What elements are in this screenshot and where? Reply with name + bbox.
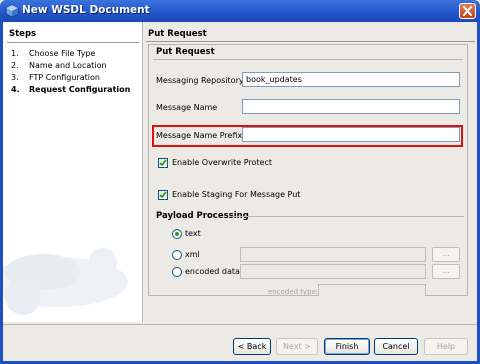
step-number: 1. (11, 49, 19, 58)
messaging-repository-field[interactable] (242, 72, 460, 87)
step-label: Choose File Type (29, 49, 96, 58)
page-title: Put Request (148, 29, 207, 39)
group-title: Put Request (156, 47, 215, 57)
step-label: Name and Location (29, 61, 107, 70)
steps-title: Steps (9, 29, 37, 39)
back-button[interactable]: < Back (233, 338, 271, 355)
step-item: 3. FTP Configuration (11, 73, 100, 82)
xml-path-field[interactable] (240, 247, 426, 262)
payload-divider (228, 216, 464, 217)
steps-panel: Steps 1. Choose File Type 2. Name and Loca… (3, 22, 143, 322)
radio-text-label: text (185, 229, 201, 238)
check-icon (159, 159, 167, 167)
message-name-label: Message Name (156, 103, 218, 112)
next-button[interactable]: Next > (276, 338, 318, 355)
enable-overwrite-protect-label: Enable Overwrite Protect (172, 158, 272, 167)
netbeans-cube-icon (5, 4, 19, 18)
radio-xml[interactable] (172, 250, 182, 260)
step-label: FTP Configuration (29, 73, 100, 82)
highlight-box (152, 125, 463, 147)
help-button[interactable]: Help (424, 338, 468, 355)
step-item: 1. Choose File Type (11, 49, 95, 58)
radio-text[interactable] (172, 229, 182, 239)
step-number: 3. (11, 73, 19, 82)
page-title-divider (146, 41, 475, 42)
close-icon (463, 6, 472, 16)
step-item: 2. Name and Location (11, 61, 107, 70)
button-bar-divider (3, 324, 477, 325)
finish-button[interactable]: Finish (324, 338, 370, 355)
encoded-data-path-field[interactable] (240, 264, 426, 279)
message-name-field[interactable] (242, 99, 460, 114)
steps-divider (7, 42, 139, 43)
check-icon (159, 191, 167, 199)
radio-encoded-data-label: encoded data (185, 267, 240, 276)
window-title: New WSDL Document (22, 4, 150, 16)
step-item-current: 4. Request Configuration (11, 85, 130, 94)
window-title-bar: New WSDL Document (0, 0, 480, 22)
group-divider (153, 59, 463, 60)
encoded-type-field[interactable] (318, 284, 426, 296)
radio-xml-label: xml (185, 250, 200, 259)
cancel-button[interactable]: Cancel (374, 338, 418, 355)
enable-staging-checkbox[interactable] (158, 190, 168, 200)
close-button[interactable] (459, 3, 476, 19)
enable-staging-label: Enable Staging For Message Put (172, 190, 301, 199)
step-number: 2. (11, 61, 19, 70)
radio-encoded-data[interactable] (172, 267, 182, 277)
messaging-repository-label: Messaging Repository (156, 76, 244, 85)
radio-selected-dot (175, 232, 179, 236)
encoded-data-browse-button[interactable]: ... (432, 264, 460, 279)
decorative-swirl (3, 248, 128, 315)
enable-overwrite-protect-checkbox[interactable] (158, 158, 168, 168)
step-number: 4. (11, 85, 20, 94)
step-label: Request Configuration (29, 85, 131, 94)
encoded-type-label: encoded type: (268, 288, 319, 296)
xml-browse-button[interactable]: ... (432, 247, 460, 262)
